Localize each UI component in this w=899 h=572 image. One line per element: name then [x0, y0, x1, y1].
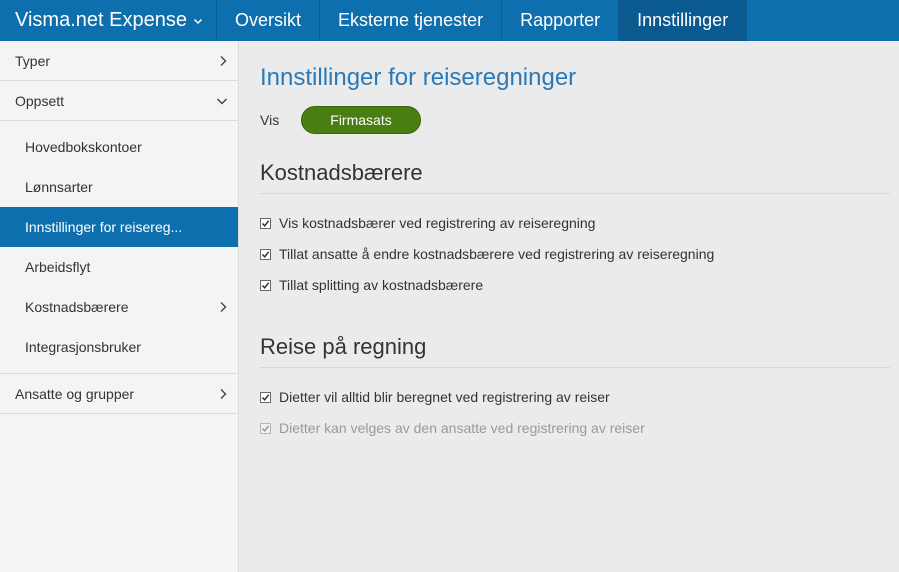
section-heading-reise-pa-regning: Reise på regning — [260, 334, 427, 359]
option-row: Tillat ansatte å endre kostnadsbærere ve… — [260, 246, 714, 262]
checkbox[interactable] — [260, 248, 271, 260]
checkbox[interactable] — [260, 217, 271, 229]
checkmark-icon — [261, 219, 270, 227]
oppsett-submenu: Hovedbokskontoer Lønnsarter Innstillinge… — [0, 121, 238, 374]
option-label: Tillat splitting av kostnadsbærere — [279, 277, 484, 293]
firmasats-button[interactable]: Firmasats — [301, 106, 421, 134]
main-content: Innstillinger for reiseregninger Vis Fir… — [239, 41, 899, 572]
checkmark-icon — [261, 250, 270, 258]
section-heading-kostnadsbaerere: Kostnadsbærere — [260, 160, 423, 185]
chevron-down-icon — [193, 16, 203, 26]
nav-innstillinger[interactable]: Innstillinger — [619, 0, 748, 41]
section-divider — [260, 367, 890, 368]
sidebar-item-hovedbokskontoer[interactable]: Hovedbokskontoer — [0, 127, 238, 167]
checkbox[interactable] — [260, 391, 271, 403]
sidebar-item-label: Integrasjonsbruker — [25, 339, 141, 355]
sidebar-item-label: Kostnadsbærere — [25, 299, 129, 315]
sidebar-item-arbeidsflyt[interactable]: Arbeidsflyt — [0, 247, 238, 287]
sidebar-item-integrasjonsbruker[interactable]: Integrasjonsbruker — [0, 327, 238, 367]
nav-rapporter[interactable]: Rapporter — [502, 0, 620, 41]
option-row: Tillat splitting av kostnadsbærere — [260, 277, 483, 293]
top-navigation-bar: Visma.net Expense Oversikt Eksterne tjen… — [0, 0, 899, 41]
settings-sidebar: Typer Oppsett Hovedbokskontoer Lønnsarte… — [0, 41, 239, 572]
option-row: Dietter vil alltid blir beregnet ved reg… — [260, 389, 610, 405]
checkbox-disabled — [260, 422, 271, 434]
nav-oversikt[interactable]: Oversikt — [217, 0, 321, 41]
option-label: Dietter vil alltid blir beregnet ved reg… — [279, 389, 610, 405]
vis-label: Vis — [260, 112, 280, 128]
sidebar-item-label: Hovedbokskontoer — [25, 139, 142, 155]
chevron-right-icon — [218, 388, 228, 400]
sidebar-section-label: Typer — [15, 52, 51, 69]
page-title: Innstillinger for reiseregninger — [260, 64, 577, 91]
checkmark-icon — [261, 424, 270, 432]
sidebar-section-ansatte-og-grupper[interactable]: Ansatte og grupper — [0, 374, 238, 414]
sidebar-item-lonnsarter[interactable]: Lønnsarter — [0, 167, 238, 207]
sidebar-item-innstillinger-reiseregninger[interactable]: Innstillinger for reisereg... — [0, 207, 238, 247]
chevron-right-icon — [218, 301, 228, 313]
checkmark-icon — [261, 281, 270, 289]
option-label: Vis kostnadsbærer ved registrering av re… — [279, 215, 596, 231]
sidebar-section-label: Oppsett — [15, 92, 65, 109]
section-divider — [260, 193, 890, 194]
option-row-disabled: Dietter kan velges av den ansatte ved re… — [260, 420, 645, 436]
sidebar-item-label: Innstillinger for reisereg... — [25, 219, 183, 235]
option-row: Vis kostnadsbærer ved registrering av re… — [260, 215, 595, 231]
app-title: Visma.net Expense — [15, 9, 187, 31]
chevron-down-icon — [216, 96, 228, 106]
sidebar-item-label: Arbeidsflyt — [25, 259, 91, 275]
chevron-right-icon — [218, 55, 228, 67]
app-switcher[interactable]: Visma.net Expense — [0, 0, 217, 41]
sidebar-item-label: Lønnsarter — [25, 179, 93, 195]
option-label: Dietter kan velges av den ansatte ved re… — [279, 420, 645, 436]
sidebar-section-label: Ansatte og grupper — [15, 385, 135, 402]
option-label: Tillat ansatte å endre kostnadsbærere ve… — [279, 246, 715, 262]
sidebar-section-typer[interactable]: Typer — [0, 41, 238, 81]
sidebar-section-oppsett[interactable]: Oppsett — [0, 81, 238, 121]
checkbox[interactable] — [260, 279, 271, 291]
nav-eksterne-tjenester[interactable]: Eksterne tjenester — [320, 0, 503, 41]
sidebar-item-kostnadsbaerere[interactable]: Kostnadsbærere — [0, 287, 238, 327]
checkmark-icon — [261, 393, 270, 401]
